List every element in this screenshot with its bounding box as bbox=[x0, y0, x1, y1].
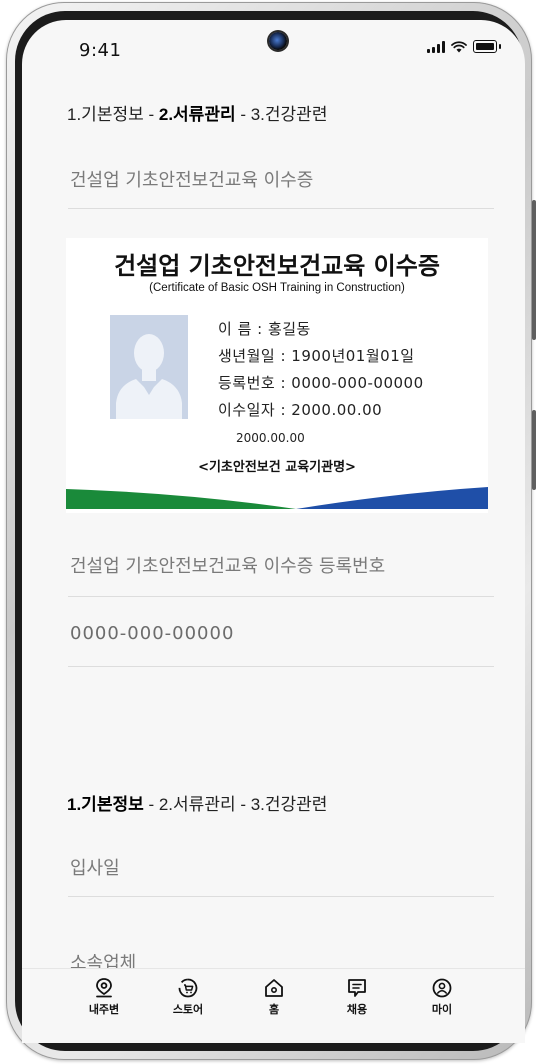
cert-issue-date: 2000.00.00 bbox=[236, 431, 305, 445]
divider bbox=[68, 208, 494, 209]
power-button bbox=[532, 410, 536, 490]
nav-label: 홈 bbox=[268, 1003, 280, 1016]
step-basic-info[interactable]: 1.기본정보 - bbox=[67, 105, 159, 124]
step-indicator: 1.기본정보 - 2.서류관리 - 3.건강관련 bbox=[67, 100, 327, 125]
reg-number-label: 건설업 기초안전보건교육 이수증 등록번호 bbox=[70, 556, 386, 577]
user-icon bbox=[432, 978, 452, 998]
bottom-nav: 내주변 스토어 홈 채용 마이 bbox=[22, 968, 525, 1043]
step-indicator: 1.기본정보 - 2.서류관리 - 3.건강관련 bbox=[67, 790, 327, 815]
divider bbox=[68, 896, 494, 897]
status-time: 9:41 bbox=[79, 40, 122, 61]
signal-icon bbox=[427, 40, 445, 53]
nav-home[interactable]: 홈 bbox=[244, 977, 304, 1017]
camera-icon bbox=[269, 32, 287, 50]
cert-reg-row: 등록번호 : 0000-000-00000 bbox=[218, 374, 424, 392]
nav-jobs[interactable]: 채용 bbox=[327, 977, 387, 1017]
certificate-image[interactable]: 건설업 기초안전보건교육 이수증 (Certificate of Basic O… bbox=[66, 238, 488, 513]
location-pin-icon bbox=[96, 978, 112, 998]
wifi-icon bbox=[451, 40, 467, 52]
cert-birth-row: 생년월일 : 1900년01월01일 bbox=[218, 347, 415, 365]
hire-date-field[interactable]: 입사일 bbox=[70, 854, 120, 880]
home-icon bbox=[265, 979, 283, 997]
nav-store[interactable]: 스토어 bbox=[158, 977, 218, 1017]
app-screen: 9:41 1.기본정보 - 2.서류관리 - 3.건강관련 건설업 기초안전보건… bbox=[22, 20, 525, 1042]
nav-label: 마이 bbox=[431, 1003, 453, 1016]
cert-complete-row: 이수일자 : 2000.00.00 bbox=[218, 401, 383, 419]
reg-number-field[interactable]: 0000-000-00000 bbox=[70, 623, 234, 644]
nav-my[interactable]: 마이 bbox=[412, 977, 472, 1017]
cert-color-band bbox=[66, 487, 488, 509]
profile-placeholder-icon bbox=[110, 315, 188, 419]
volume-button bbox=[532, 200, 536, 340]
nav-label: 스토어 bbox=[172, 1003, 204, 1016]
cert-name-row: 이 름 : 홍길동 bbox=[218, 320, 311, 338]
step-rest[interactable]: - 2.서류관리 - 3.건강관련 bbox=[144, 795, 327, 814]
step-documents-active[interactable]: 2.서류관리 bbox=[159, 105, 236, 124]
cert-field-label: 건설업 기초안전보건교육 이수증 bbox=[70, 170, 314, 191]
nav-nearby[interactable]: 내주변 bbox=[74, 977, 134, 1017]
cert-subtitle: (Certificate of Basic OSH Training in Co… bbox=[149, 282, 405, 294]
cert-title: 건설업 기초안전보건교육 이수증 bbox=[114, 252, 440, 280]
cart-icon bbox=[178, 978, 198, 998]
battery-icon bbox=[473, 40, 501, 53]
status-icons bbox=[427, 40, 501, 53]
divider bbox=[68, 666, 494, 667]
nav-label: 내주변 bbox=[88, 1003, 120, 1016]
chat-icon bbox=[348, 979, 366, 997]
step-basic-info-active[interactable]: 1.기본정보 bbox=[67, 795, 144, 814]
nav-label: 채용 bbox=[346, 1003, 368, 1016]
cert-org-name: <기초안전보건 교육기관명> bbox=[198, 460, 356, 475]
divider bbox=[68, 596, 494, 597]
step-health[interactable]: - 3.건강관련 bbox=[236, 105, 327, 124]
